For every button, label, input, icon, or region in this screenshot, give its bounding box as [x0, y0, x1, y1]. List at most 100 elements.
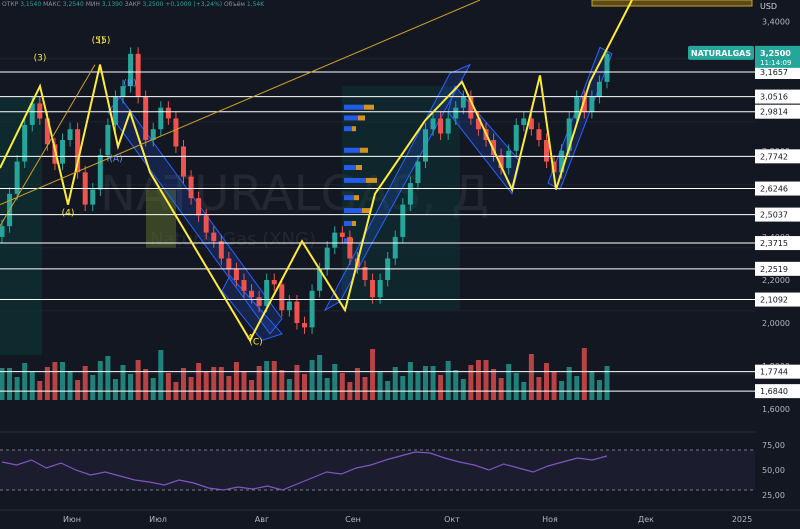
price-tick: 2,0000: [762, 319, 790, 328]
level-label: 3,0516: [760, 93, 788, 102]
candle-body: [279, 284, 285, 311]
trend-channel: [547, 46, 613, 191]
candle-body: [241, 280, 247, 291]
volume-bar: [574, 376, 580, 400]
current-price: 3,2500: [760, 49, 791, 58]
volume-bar: [438, 375, 444, 400]
level-label: 1,6840: [760, 387, 788, 396]
volume-profile-bar: [344, 147, 360, 153]
volume-profile-bar: [360, 147, 368, 153]
volume-bar: [483, 360, 489, 400]
wave-label: (5): [98, 36, 111, 46]
price-chart[interactable]: NATURALGAS, ДNatural Gas (XNG) (3)(4)(5)…: [0, 0, 800, 529]
candle-body: [112, 96, 118, 125]
candle-body: [430, 118, 436, 130]
candle-body: [264, 280, 270, 306]
candle-body: [589, 96, 595, 112]
volume-bar: [513, 373, 519, 400]
candle-body: [218, 241, 224, 259]
candle-body: [143, 96, 149, 140]
volume-bar: [400, 376, 406, 400]
level-label: 2,2519: [760, 265, 788, 274]
level-label: 2,6246: [760, 185, 788, 194]
volume-bar: [279, 370, 285, 400]
candle-body: [392, 236, 398, 259]
volume-bar: [294, 365, 300, 400]
candle-body: [294, 301, 300, 324]
volume-profile-bar: [344, 208, 362, 214]
candle-body: [521, 118, 527, 125]
volume-bar: [453, 370, 459, 400]
candle-body: [339, 232, 345, 237]
volume-bar: [415, 371, 421, 400]
candle-body: [181, 146, 186, 177]
volume-bar: [332, 364, 338, 400]
volume-bar: [226, 376, 232, 400]
candle-body: [309, 290, 315, 328]
candle-body: [67, 129, 73, 140]
volume-bar: [37, 381, 43, 400]
volume-bar: [97, 361, 103, 400]
volume-profile-bar: [344, 126, 352, 132]
time-label: Сен: [345, 515, 361, 524]
candle-body: [188, 176, 194, 199]
candle-body: [249, 290, 255, 298]
time-label: Дек: [638, 515, 654, 524]
volume-profile-bar: [344, 195, 354, 201]
candle-body: [158, 107, 164, 130]
candle-body: [60, 140, 65, 164]
volume-bar: [29, 372, 35, 400]
candle-body: [165, 107, 171, 119]
level-label: 2,9814: [760, 108, 788, 117]
volume-profile-bar: [358, 115, 365, 121]
volume-bar: [317, 355, 323, 400]
volume-bar: [60, 362, 65, 400]
volume-bar: [52, 362, 58, 400]
volume-bar: [498, 378, 504, 400]
time-label: Июн: [63, 515, 81, 524]
time-axis[interactable]: Июн Июл Авг Сен Окт Ноя Дек 2025: [0, 509, 800, 524]
level-label: 2,7742: [760, 152, 788, 161]
level-label: 1,7744: [760, 368, 788, 377]
volume-bar: [423, 366, 428, 400]
level-label: 2,1092: [760, 296, 788, 305]
volume-bar: [196, 363, 202, 400]
volume-bar: [105, 356, 111, 400]
volume-bar: [302, 374, 307, 400]
price-tick: 3,4000: [762, 18, 790, 27]
volume-bar: [354, 368, 360, 400]
candle-body: [536, 129, 542, 140]
candle-body: [211, 232, 217, 242]
volume-bar: [135, 360, 141, 400]
candle-body: [400, 204, 406, 237]
volume-bar: [385, 381, 391, 400]
volume-bar: [158, 350, 164, 400]
volume-bar: [430, 366, 436, 400]
volume-profile-bar: [352, 126, 356, 132]
candle-body: [445, 118, 451, 134]
price-tick: 2,2000: [762, 276, 790, 285]
volume-bar: [67, 371, 73, 400]
volume-bar: [264, 361, 270, 400]
countdown: 11:14:09: [760, 59, 791, 67]
volume-profile-bar: [344, 177, 366, 183]
volume-bar: [309, 360, 315, 400]
volume-bar: [22, 363, 28, 400]
candle-body: [105, 124, 111, 156]
volume-bar: [150, 378, 156, 400]
candle-body: [0, 226, 5, 237]
rsi-band: [0, 450, 755, 490]
volume-bar: [491, 369, 497, 400]
volume-bar: [0, 368, 5, 400]
volume-bar: [233, 362, 239, 400]
volume-bar: [475, 360, 481, 400]
candle-body: [135, 53, 141, 97]
candle-body: [438, 118, 444, 134]
volume-bar: [203, 372, 209, 400]
volume-profile-bar: [366, 177, 377, 183]
volume-profile-bar: [364, 104, 374, 110]
volume-bar: [460, 379, 466, 400]
candle-body: [256, 297, 262, 306]
wave-label: (3): [34, 53, 47, 63]
rsi-pane: [0, 431, 755, 491]
